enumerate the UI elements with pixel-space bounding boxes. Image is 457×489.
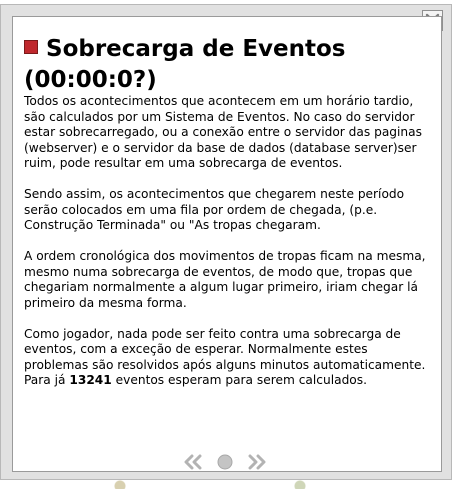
paragraph-troop-order: A ordem cronológica dos movimentos de tr… bbox=[24, 249, 426, 310]
paragraph-player-info: Como jogador, nada pode ser feito contra… bbox=[24, 327, 434, 389]
dialog-title: Sobrecarga de Eventos (00:00:0?) bbox=[24, 34, 434, 96]
circle-icon bbox=[217, 454, 233, 470]
pager bbox=[180, 452, 272, 472]
next-page-button[interactable] bbox=[246, 454, 268, 470]
square-red-icon bbox=[24, 40, 38, 54]
dialog-body: Todos os acontecimentos que acontecem em… bbox=[24, 94, 434, 404]
pending-events-count: 13241 bbox=[69, 373, 112, 387]
paragraph-intro: Todos os acontecimentos que acontecem em… bbox=[24, 94, 422, 170]
player-info-text-end: eventos esperam para serem calculados. bbox=[111, 373, 367, 387]
page-indicator[interactable] bbox=[216, 454, 234, 470]
paragraph-queue: Sendo assim, os acontecimentos que chega… bbox=[24, 187, 405, 232]
double-chevron-left-icon bbox=[184, 454, 202, 470]
double-chevron-right-icon bbox=[248, 454, 266, 470]
previous-page-button[interactable] bbox=[182, 454, 204, 470]
dialog-title-text: Sobrecarga de Eventos (00:00:0?) bbox=[24, 36, 346, 93]
